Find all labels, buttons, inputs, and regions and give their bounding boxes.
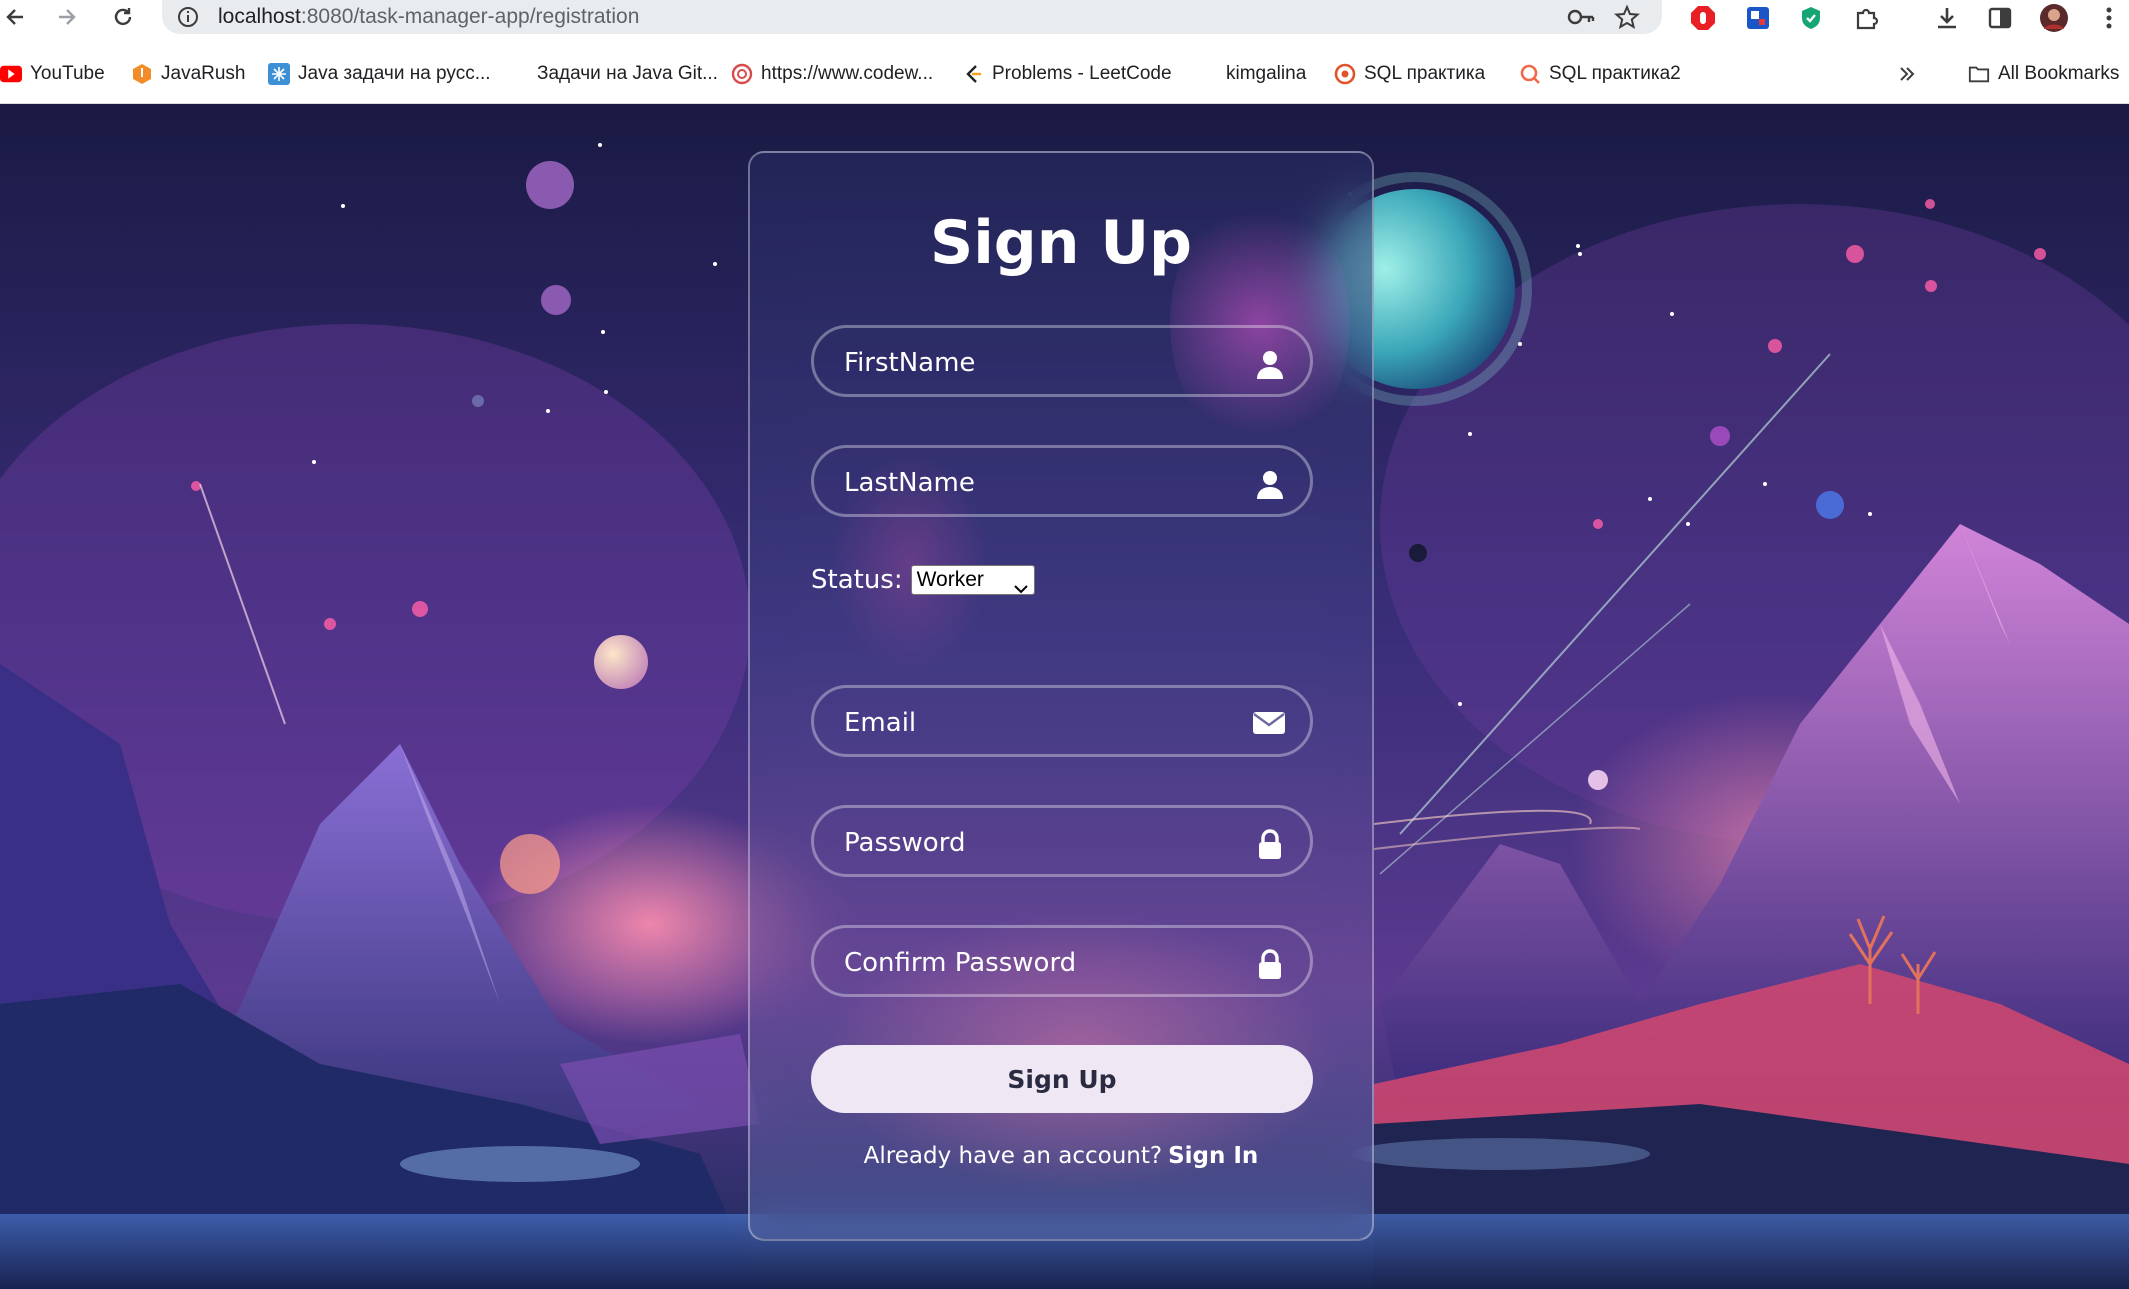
status-label: Status: <box>811 565 903 595</box>
bookmark-sql-practice[interactable]: SQL практика <box>1334 60 1485 88</box>
user-icon <box>1254 468 1286 500</box>
password-field[interactable]: Password <box>811 805 1313 877</box>
bookmark-sql-practice2[interactable]: SQL практика2 <box>1519 60 1681 88</box>
signin-prompt: Already have an account? Sign In <box>750 1143 1372 1169</box>
status-row: Status: Worker <box>811 565 1035 595</box>
bookmark-java-tasks[interactable]: Java задачи на русс... <box>268 60 491 88</box>
all-bookmarks-label: All Bookmarks <box>1998 63 2120 84</box>
bookmark-leetcode[interactable]: Problems - LeetCode <box>962 60 1172 88</box>
password-placeholder: Password <box>844 828 966 858</box>
address-bar[interactable]: localhost:8080/task-manager-app/registra… <box>162 0 1662 34</box>
bookmark-label: SQL практика2 <box>1549 63 1681 84</box>
java-tasks-icon <box>268 63 290 85</box>
bookmark-javarush[interactable]: JavaRush <box>131 60 246 88</box>
first-name-placeholder: FirstName <box>844 348 976 378</box>
lock-icon <box>1254 828 1286 860</box>
browser-menu-icon[interactable] <box>2094 3 2124 33</box>
bookmark-star-icon[interactable] <box>1614 4 1640 35</box>
confirm-password-field[interactable]: Confirm Password <box>811 925 1313 997</box>
envelope-icon <box>1252 708 1286 740</box>
password-key-icon[interactable] <box>1567 6 1595 33</box>
bookmark-label: YouTube <box>30 63 105 84</box>
site-info-icon[interactable] <box>176 5 200 34</box>
signup-card: Sign Up FirstName LastName Status: Worke… <box>748 151 1374 1241</box>
bookmarks-overflow-chevron-icon[interactable] <box>1898 60 1916 88</box>
sql-icon <box>1334 63 1356 85</box>
bookmark-label: Problems - LeetCode <box>992 63 1172 84</box>
chevron-down-icon <box>1013 574 1028 602</box>
leetcode-icon <box>962 63 984 85</box>
lock-icon <box>1254 948 1286 980</box>
youtube-icon <box>0 63 22 85</box>
confirm-password-placeholder: Confirm Password <box>844 948 1077 978</box>
page-title: Sign Up <box>929 208 1192 278</box>
bookmark-kimgalina[interactable]: kimgalina <box>1226 60 1306 88</box>
status-select-value: Worker <box>916 568 984 591</box>
back-icon[interactable] <box>0 0 30 34</box>
bookmark-label: Задачи на Java Git... <box>537 63 718 84</box>
sign-in-link[interactable]: Sign In <box>1168 1143 1258 1169</box>
puzzle-extensions-icon[interactable] <box>1851 3 1881 33</box>
user-icon <box>1254 348 1286 380</box>
side-panel-icon[interactable] <box>1985 3 2015 33</box>
last-name-field[interactable]: LastName <box>811 445 1313 517</box>
javarush-icon <box>131 63 153 85</box>
bookmark-label: JavaRush <box>161 63 246 84</box>
profile-avatar-icon[interactable] <box>2039 3 2069 33</box>
bookmark-label: https://www.codew... <box>761 63 934 84</box>
bookmark-codewars[interactable]: https://www.codew... <box>731 60 933 88</box>
bookmark-java-git-tasks[interactable]: Задачи на Java Git... <box>537 60 718 88</box>
reload-icon[interactable] <box>108 0 138 34</box>
download-icon[interactable] <box>1932 3 1962 33</box>
bookmark-label: kimgalina <box>1226 63 1307 84</box>
email-field[interactable]: Email <box>811 685 1313 757</box>
forward-icon[interactable] <box>52 0 82 34</box>
bookmarks-bar: YouTube JavaRush Java задачи на русс... … <box>0 34 2129 104</box>
signin-prompt-text: Already have an account? <box>863 1143 1163 1169</box>
bookmark-label: SQL практика <box>1364 63 1486 84</box>
bookmark-youtube[interactable]: YouTube <box>0 60 105 88</box>
codewars-icon <box>731 63 753 85</box>
first-name-field[interactable]: FirstName <box>811 325 1313 397</box>
folder-icon <box>1968 63 1990 85</box>
status-select[interactable]: Worker <box>910 565 1035 595</box>
all-bookmarks-button[interactable]: All Bookmarks <box>1968 60 2119 88</box>
extension-blue-icon[interactable] <box>1743 3 1773 33</box>
email-placeholder: Email <box>844 708 917 738</box>
url-text: localhost:8080/task-manager-app/registra… <box>218 5 640 28</box>
sign-up-button[interactable]: Sign Up <box>811 1045 1313 1113</box>
adblock-extension-icon[interactable] <box>1688 3 1718 33</box>
bookmark-label: Java задачи на русс... <box>298 63 491 84</box>
shield-extension-icon[interactable] <box>1796 3 1826 33</box>
sql2-icon <box>1519 63 1541 85</box>
browser-toolbar: localhost:8080/task-manager-app/registra… <box>0 0 2129 34</box>
last-name-placeholder: LastName <box>844 468 975 498</box>
